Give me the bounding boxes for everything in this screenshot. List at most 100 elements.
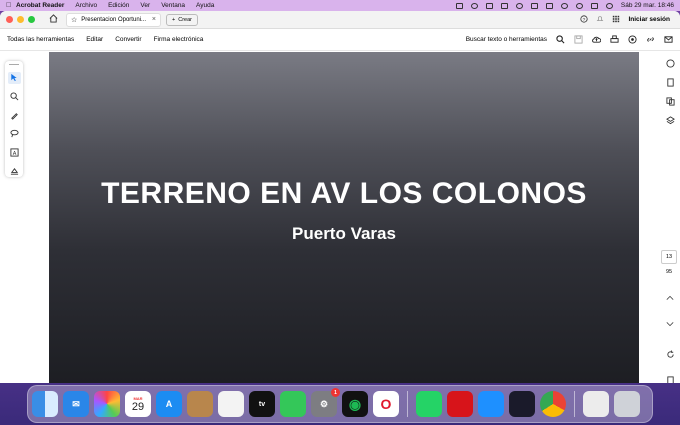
status-badge-icon[interactable]: [515, 2, 523, 9]
print-icon[interactable]: [610, 35, 619, 44]
calendar-icon[interactable]: MAR 29: [125, 391, 151, 417]
system-settings-icon[interactable]: ⚙ 1: [311, 388, 340, 417]
menu-edicion[interactable]: Edición: [108, 2, 129, 9]
chrome-icon[interactable]: [540, 391, 566, 417]
macos-dock: ✉ MAR 29 A tv ⚙ 1 ◉ O: [27, 385, 653, 423]
dock-separator: [407, 391, 408, 417]
acrobat-window: ☆ Presentacion Oportuni... × + Crear ? I…: [0, 11, 680, 383]
mail-icon[interactable]: ✉: [63, 391, 89, 417]
panel-grip[interactable]: [9, 64, 19, 65]
menu-archivo[interactable]: Archivo: [75, 2, 97, 9]
lasso-icon[interactable]: [8, 128, 21, 140]
menu-ayuda[interactable]: Ayuda: [196, 2, 214, 9]
safari-icon[interactable]: [478, 391, 504, 417]
apple-tv-icon[interactable]: tv: [249, 391, 275, 417]
apple-tv-label: tv: [258, 400, 266, 408]
reminders-icon[interactable]: [218, 391, 244, 417]
layers-icon[interactable]: [665, 116, 675, 125]
window-controls: [6, 16, 35, 23]
notification-badge: 1: [331, 388, 340, 397]
upload-cloud-icon[interactable]: [592, 35, 602, 44]
minimize-window-button[interactable]: [17, 16, 24, 23]
zoom-window-button[interactable]: [28, 16, 35, 23]
zoom-tool-icon[interactable]: [8, 91, 21, 103]
sign-in-button[interactable]: Iniciar sesión: [628, 16, 670, 23]
status-extension-icon[interactable]: [485, 2, 493, 9]
bluetooth-icon[interactable]: [530, 2, 538, 9]
audio-app-icon[interactable]: [509, 391, 535, 417]
save-icon[interactable]: [574, 35, 583, 44]
status-app-icon[interactable]: [455, 2, 463, 9]
ai-assistant-icon[interactable]: [628, 35, 637, 44]
stamp-sign-icon[interactable]: [8, 165, 21, 177]
photos-icon[interactable]: [94, 391, 120, 417]
apple-icon[interactable]: : [6, 2, 16, 9]
comment-icon[interactable]: [665, 59, 675, 68]
search-icon[interactable]: [556, 35, 565, 44]
close-window-button[interactable]: [6, 16, 13, 23]
menubar:  Acrobat Reader Archivo Edición Ver Ven…: [0, 0, 680, 11]
rotate-refresh-icon[interactable]: [666, 346, 675, 364]
bookmark-page-icon[interactable]: [666, 78, 675, 87]
document-tab[interactable]: ☆ Presentacion Oportuni... ×: [66, 12, 161, 27]
chevron-up-icon[interactable]: [666, 288, 674, 306]
pages-thumbnails-icon[interactable]: [665, 97, 675, 106]
chevron-down-icon[interactable]: [666, 314, 674, 332]
spotlight-search-icon[interactable]: [575, 2, 583, 9]
quick-tools-panel: A: [5, 61, 23, 177]
text-box-icon[interactable]: A: [8, 147, 21, 159]
wifi-icon[interactable]: [560, 2, 568, 9]
pdf-page: TERRENO EN AV LOS COLONOS Puerto Varas: [49, 52, 639, 383]
apps-grid-icon[interactable]: [612, 15, 620, 25]
finder-icon[interactable]: [32, 391, 58, 417]
control-center-icon[interactable]: [590, 2, 598, 9]
document-tab-title: Presentacion Oportuni...: [81, 16, 146, 23]
select-cursor-icon[interactable]: [7, 71, 21, 84]
contacts-icon[interactable]: [187, 391, 213, 417]
star-icon[interactable]: ☆: [71, 16, 77, 24]
document-area: A TERRENO EN AV LOS COLONOS Puerto Varas: [0, 52, 680, 383]
status-record-icon[interactable]: [470, 2, 478, 9]
page-title: TERRENO EN AV LOS COLONOS: [101, 177, 587, 210]
svg-text:?: ?: [583, 16, 586, 22]
window-titlebar: ☆ Presentacion Oportuni... × + Crear ? I…: [0, 11, 680, 29]
close-tab-icon[interactable]: ×: [152, 16, 156, 23]
edit-button[interactable]: Editar: [86, 36, 103, 43]
create-button[interactable]: + Crear: [166, 13, 198, 26]
menubar-clock[interactable]: Sáb 29 mar. 18:46: [621, 2, 674, 9]
recent-document-icon[interactable]: [583, 391, 609, 417]
opera-icon[interactable]: O: [373, 391, 399, 417]
app-store-icon[interactable]: A: [156, 391, 182, 417]
menu-ver[interactable]: Ver: [140, 2, 150, 9]
home-icon[interactable]: [49, 14, 58, 25]
page-navigation: [660, 288, 680, 383]
email-icon[interactable]: [664, 35, 673, 44]
page-extract-icon[interactable]: [666, 372, 675, 383]
help-icon[interactable]: ?: [580, 14, 589, 25]
create-label: Crear: [178, 16, 192, 23]
battery-icon[interactable]: [545, 2, 553, 9]
notifications-bell-icon[interactable]: [596, 15, 604, 25]
svg-text:A: A: [12, 151, 16, 157]
search-tools-label[interactable]: Buscar texto o herramientas: [466, 36, 547, 43]
spotify-icon[interactable]: ◉: [342, 391, 368, 417]
plus-icon: +: [172, 16, 176, 23]
whatsapp-icon[interactable]: [416, 391, 442, 417]
menu-ventana[interactable]: Ventana: [161, 2, 185, 9]
page-subtitle: Puerto Varas: [292, 224, 396, 243]
main-toolbar: Todas las herramientas Editar Convertir …: [0, 29, 680, 51]
acrobat-icon[interactable]: [447, 391, 473, 417]
trash-icon[interactable]: [614, 391, 640, 417]
calendar-day: 29: [131, 400, 145, 413]
messages-icon[interactable]: [280, 391, 306, 417]
dock-separator-2: [574, 391, 575, 417]
status-menu-icon[interactable]: [500, 2, 508, 9]
menu-app-name[interactable]: Acrobat Reader: [16, 2, 64, 9]
current-page-field[interactable]: 13: [661, 250, 677, 264]
draw-pen-icon[interactable]: [8, 109, 21, 121]
convert-button[interactable]: Convertir: [115, 36, 141, 43]
all-tools-button[interactable]: Todas las herramientas: [7, 36, 74, 43]
link-icon[interactable]: [646, 35, 655, 44]
e-sign-button[interactable]: Firma electrónica: [154, 36, 204, 43]
siri-icon[interactable]: [605, 2, 613, 9]
